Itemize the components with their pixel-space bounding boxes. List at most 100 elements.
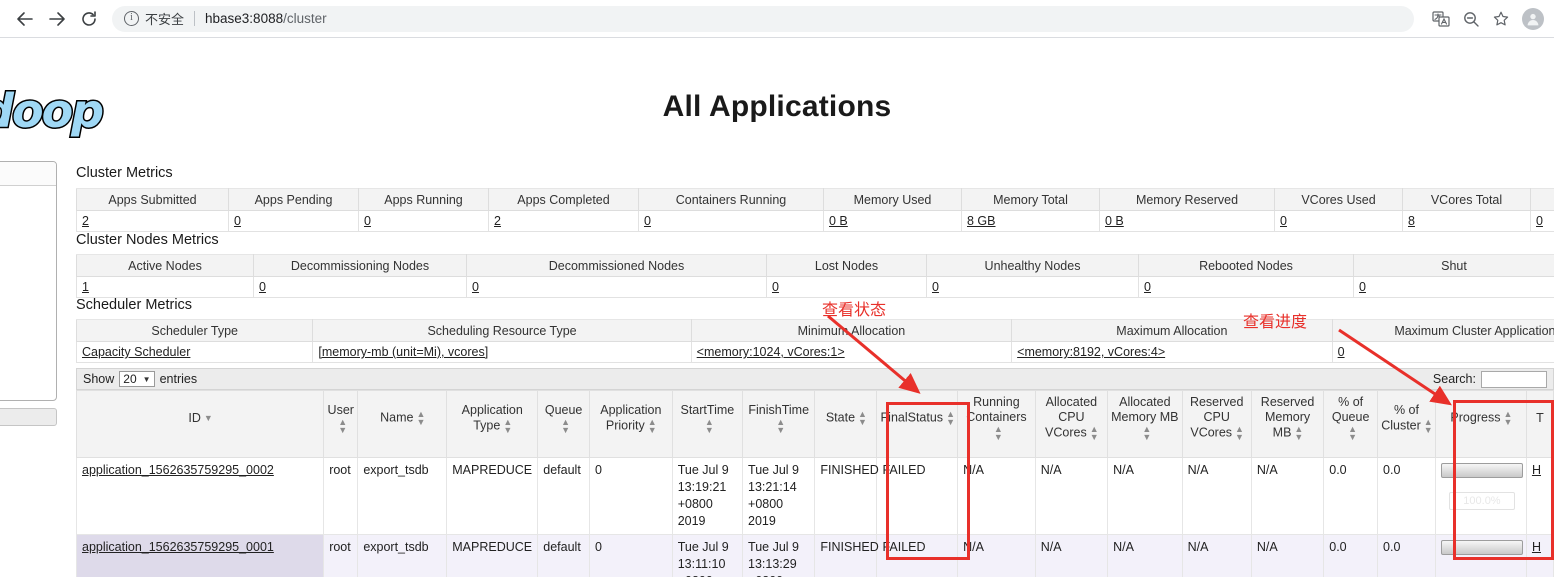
column-header-finalstatus[interactable]: FinalStatus ▲ ▼	[876, 390, 959, 458]
application-id-link[interactable]: application_1562635759295_0002	[82, 463, 274, 477]
column-header-name[interactable]: Name ▲ ▼	[357, 390, 448, 458]
entries-select[interactable]: 20 ▼	[119, 371, 155, 387]
column-header-label: Queue	[544, 402, 583, 417]
tracking-ui-link[interactable]: H	[1532, 540, 1541, 554]
sort-both-icon: ▲ ▼	[1423, 416, 1433, 435]
cluster-metric-value[interactable]: 0	[644, 214, 651, 228]
cluster-node-metric-header: Lost Nodes	[766, 254, 927, 277]
cluster-metric-value[interactable]: 0 B	[829, 214, 848, 228]
column-header-queue[interactable]: Queue ▲ ▼	[537, 390, 590, 458]
cluster-metric-value[interactable]: 2	[494, 214, 501, 228]
column-header-starttime[interactable]: StartTime ▲ ▼	[671, 390, 744, 458]
column-header-id[interactable]: ID ▼	[75, 390, 325, 458]
sidebar-item-finished[interactable]: FINISHED	[0, 290, 56, 305]
translate-icon[interactable]	[1428, 6, 1454, 32]
cell-alloc-memory-mb: N/A	[1107, 457, 1183, 535]
cluster-metric-value[interactable]: 2	[82, 214, 89, 228]
cluster-metric-cell: 0	[638, 210, 824, 232]
reload-icon[interactable]	[74, 4, 104, 34]
search-area: Search:	[1433, 370, 1547, 388]
column-header-finishtime[interactable]: FinishTime ▲ ▼	[742, 390, 816, 458]
table-header-row: Scheduler Type Scheduling Resource Type Mi…	[75, 319, 1554, 342]
column-header-label: % of Queue	[1331, 395, 1370, 424]
cluster-metric-value[interactable]: 0	[234, 214, 241, 228]
forward-arrow-icon[interactable]	[42, 4, 72, 34]
cluster-node-metric-value[interactable]: 0	[259, 280, 266, 294]
column-header-label: Running Containers	[966, 395, 1027, 424]
scheduler-metrics-heading: Scheduler Metrics	[76, 297, 193, 313]
sidebar-item-new-saving[interactable]: NEW_SAVING	[0, 230, 56, 245]
column-header-running-containers[interactable]: Running Containers ▲ ▼	[957, 390, 1036, 458]
column-header-label: Application Type	[461, 402, 523, 432]
cluster-metric-value[interactable]: 0	[1536, 214, 1543, 228]
sidebar-list: ... ... NEW_SAVING SUBMITTED ACCEPTED RU…	[0, 186, 56, 305]
column-header-reserved-memory-mb[interactable]: Reserved Memory MB ▲ ▼	[1250, 390, 1325, 458]
cluster-node-metric-value[interactable]: 0	[1359, 280, 1366, 294]
sidebar-item-accepted[interactable]: ACCEPTED	[0, 260, 56, 275]
table-row: Capacity Scheduler [memory-mb (unit=Mi), …	[75, 341, 1554, 363]
sidebar-item-running[interactable]: RUNNING	[0, 275, 56, 290]
column-header-allocated-cpu-vcores[interactable]: Allocated CPU VCores ▲ ▼	[1034, 390, 1109, 458]
browser-actions	[1428, 6, 1554, 32]
column-header-label: Reserved Memory MB	[1260, 395, 1315, 440]
profile-avatar-icon[interactable]	[1522, 7, 1544, 30]
cluster-metric-value[interactable]: 0	[364, 214, 371, 228]
cell-pct-cluster: 0.0	[1377, 457, 1436, 535]
sort-both-icon: ▲ ▼	[1089, 424, 1099, 442]
column-header-progress[interactable]: Progress ▲ ▼	[1434, 390, 1527, 458]
cluster-metric-value[interactable]: 8	[1408, 214, 1415, 228]
column-header-application-priority[interactable]: Application Priority ▲ ▼	[588, 390, 673, 458]
application-id-link[interactable]: application_1562635759295_0001	[82, 540, 274, 554]
tracking-ui-link[interactable]: H	[1532, 463, 1541, 477]
column-header-label: Progress	[1450, 410, 1501, 425]
column-header-allocated-memory-mb[interactable]: Allocated Memory MB ▲ ▼	[1107, 390, 1183, 458]
star-icon[interactable]	[1488, 6, 1514, 32]
cluster-metric-cell: 0	[1274, 210, 1403, 232]
column-header-of-cluster[interactable]: % of Cluster ▲ ▼	[1377, 390, 1436, 458]
column-header-t[interactable]: T	[1525, 390, 1554, 458]
cluster-metric-value[interactable]: 8 GB	[967, 214, 996, 228]
table-row: application_1562635759295_0002 root export…	[75, 457, 1554, 535]
cluster-node-metric-header: Shut	[1353, 254, 1554, 277]
progress-bar	[1440, 463, 1523, 478]
cell-alloc-cpu-vcores: N/A	[1034, 457, 1109, 535]
url-text: hbase3:8088/cluster	[205, 11, 327, 26]
cluster-metric-cell: 8 GB	[961, 210, 1100, 232]
cluster-metric-value[interactable]: 0	[1280, 214, 1287, 228]
cell-tracking-ui: H	[1525, 457, 1554, 535]
search-input[interactable]	[1481, 370, 1547, 388]
cluster-node-metric-cell: 0	[466, 276, 767, 298]
cell-id: application_1562635759295_0001	[75, 534, 325, 577]
cell-final-status: FAILED	[876, 457, 959, 535]
table-header-row: Apps Submitted Apps Pending Apps Running Ap…	[76, 188, 1554, 211]
cluster-node-metric-value[interactable]: 0	[472, 280, 479, 294]
applications-datatable: Show 20 ▼ entries Search: ID ▼ User ▲ ▼ Name ▲	[75, 368, 1554, 577]
column-header-application-type[interactable]: Application Type ▲ ▼	[446, 390, 539, 458]
cluster-nodes-metrics-table: Active Nodes Decommissioning Nodes Decommi…	[76, 254, 1554, 298]
column-header-state[interactable]: State ▲ ▼	[814, 390, 878, 458]
cluster-node-metric-value[interactable]: 1	[82, 280, 89, 294]
cluster-node-metric-value[interactable]: 0	[932, 280, 939, 294]
zoom-out-icon[interactable]	[1458, 6, 1484, 32]
cluster-node-metric-value[interactable]: 0	[1144, 280, 1151, 294]
show-label: Show	[83, 372, 115, 386]
sidebar-footer-bar	[0, 408, 57, 426]
cluster-metric-header: Apps Submitted	[76, 188, 229, 211]
column-header-label: User	[327, 402, 354, 417]
sidebar-item-submitted[interactable]: SUBMITTED	[0, 245, 56, 260]
column-header-label: FinalStatus	[880, 410, 944, 425]
column-header-reserved-cpu-vcores[interactable]: Reserved CPU VCores ▲ ▼	[1181, 390, 1252, 458]
cluster-metric-value[interactable]: 0 B	[1105, 214, 1124, 228]
cluster-metrics-table: Apps Submitted Apps Pending Apps Running Ap…	[76, 188, 1554, 232]
column-header-user[interactable]: User ▲ ▼	[323, 390, 359, 458]
info-icon[interactable]: i	[124, 11, 139, 26]
scheduler-metric-cell: Capacity Scheduler	[75, 341, 314, 363]
back-arrow-icon[interactable]	[10, 4, 40, 34]
table-row: 2 0 0 2 0 0 B 8 GB 0 B 0 8 0	[76, 210, 1554, 232]
column-header-label: FinishTime	[748, 402, 810, 417]
cluster-node-metric-value[interactable]: 0	[772, 280, 779, 294]
address-bar[interactable]: i 不安全 hbase3:8088/cluster	[112, 5, 1414, 32]
column-header-of-queue[interactable]: % of Queue ▲ ▼	[1323, 390, 1379, 458]
cell-app-type: MAPREDUCE	[446, 457, 539, 535]
page-title: All Applications	[662, 90, 892, 123]
